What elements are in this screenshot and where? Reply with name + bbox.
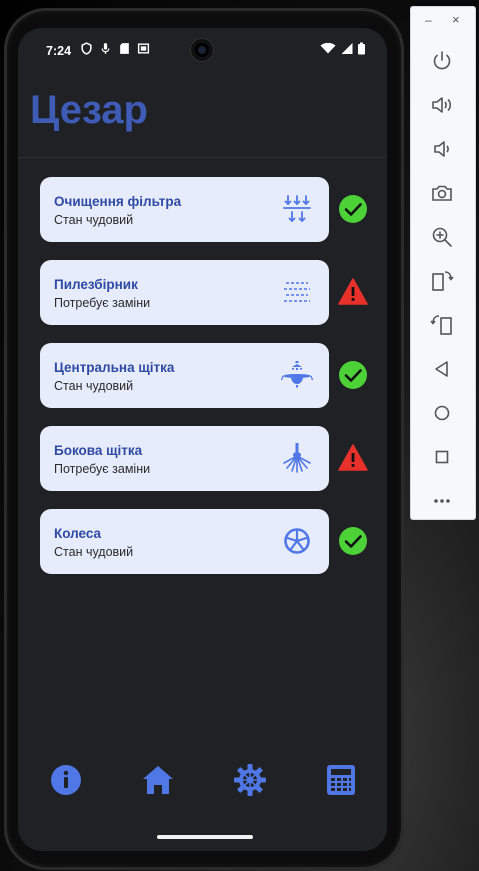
volume-down-icon[interactable] bbox=[430, 137, 454, 161]
component-card-side-brush[interactable]: Бокова щітка Потребує заміни bbox=[40, 426, 329, 491]
component-list: Очищення фільтра Стан чудовий Пилезбірни… bbox=[40, 177, 380, 592]
list-item: Центральна щітка Стан чудовий bbox=[40, 343, 380, 408]
shield-icon bbox=[81, 42, 92, 55]
calculator-icon[interactable] bbox=[324, 763, 358, 797]
camera-icon[interactable] bbox=[430, 181, 454, 205]
side-brush-icon bbox=[283, 443, 311, 473]
mic-icon bbox=[101, 43, 110, 54]
power-icon[interactable] bbox=[430, 49, 454, 73]
ok-check-icon bbox=[339, 527, 367, 555]
info-icon[interactable] bbox=[49, 763, 83, 797]
card-status-text: Стан чудовий bbox=[54, 213, 134, 227]
rotate-right-icon[interactable] bbox=[430, 313, 454, 337]
component-card-wheels[interactable]: Колеса Стан чудовий bbox=[40, 509, 329, 574]
status-notification-icons bbox=[80, 42, 150, 55]
card-title: Бокова щітка bbox=[54, 443, 143, 458]
sd-card-icon bbox=[120, 43, 129, 54]
signal-icon bbox=[341, 43, 353, 54]
card-status-text: Потребує заміни bbox=[54, 462, 151, 476]
status-bar: 7:24 bbox=[18, 28, 387, 68]
minimize-button[interactable]: – bbox=[425, 13, 432, 27]
wifi-icon bbox=[320, 42, 336, 54]
screen-icon bbox=[137, 43, 150, 54]
component-card-filter[interactable]: Очищення фільтра Стан чудовий bbox=[40, 177, 329, 242]
status-system-icons bbox=[320, 42, 365, 55]
component-card-main-brush[interactable]: Центральна щітка Стан чудовий bbox=[40, 343, 329, 408]
card-title: Центральна щітка bbox=[54, 360, 175, 375]
card-title: Пилезбірник bbox=[54, 277, 138, 292]
wheel-icon bbox=[284, 528, 310, 554]
warning-icon bbox=[338, 444, 368, 471]
volume-up-icon[interactable] bbox=[430, 93, 454, 117]
toolbar-window-controls: – × bbox=[411, 12, 475, 27]
zoom-icon[interactable] bbox=[430, 225, 454, 249]
home-gesture-bar[interactable] bbox=[157, 835, 253, 839]
emulator-toolbar: – × bbox=[411, 7, 475, 519]
ok-check-icon bbox=[339, 361, 367, 389]
list-item: Очищення фільтра Стан чудовий bbox=[40, 177, 380, 242]
header-divider bbox=[18, 157, 387, 158]
more-icon[interactable] bbox=[430, 489, 454, 513]
battery-icon bbox=[358, 42, 365, 55]
bottom-navigation bbox=[18, 763, 387, 813]
phone-frame: 7:24 Цезар Очищення фільтра Стан чудовий bbox=[4, 8, 404, 870]
list-item: Бокова щітка Потребує заміни bbox=[40, 426, 380, 491]
card-status-text: Стан чудовий bbox=[54, 379, 134, 393]
app-title: Цезар bbox=[30, 88, 148, 132]
card-status-text: Стан чудовий bbox=[54, 545, 134, 559]
filter-icon bbox=[283, 195, 311, 223]
phone-screen: 7:24 Цезар Очищення фільтра Стан чудовий bbox=[18, 28, 387, 851]
warning-icon bbox=[338, 278, 368, 305]
rotate-left-icon[interactable] bbox=[430, 269, 454, 293]
home-icon[interactable] bbox=[141, 763, 175, 797]
card-title: Очищення фільтра bbox=[54, 194, 182, 209]
card-title: Колеса bbox=[54, 526, 102, 541]
dust-bin-icon bbox=[284, 282, 310, 302]
overview-icon[interactable] bbox=[430, 445, 454, 469]
main-brush-icon bbox=[281, 361, 313, 388]
status-time: 7:24 bbox=[46, 44, 72, 58]
list-item: Колеса Стан чудовий bbox=[40, 509, 380, 574]
front-camera bbox=[191, 39, 213, 61]
card-status-text: Потребує заміни bbox=[54, 296, 151, 310]
component-card-dust-bin[interactable]: Пилезбірник Потребує заміни bbox=[40, 260, 329, 325]
back-icon[interactable] bbox=[430, 357, 454, 381]
close-button[interactable]: × bbox=[452, 12, 460, 27]
list-item: Пилезбірник Потребує заміни bbox=[40, 260, 380, 325]
ok-check-icon bbox=[339, 195, 367, 223]
home-circle-icon[interactable] bbox=[430, 401, 454, 425]
gear-icon[interactable] bbox=[233, 763, 267, 797]
